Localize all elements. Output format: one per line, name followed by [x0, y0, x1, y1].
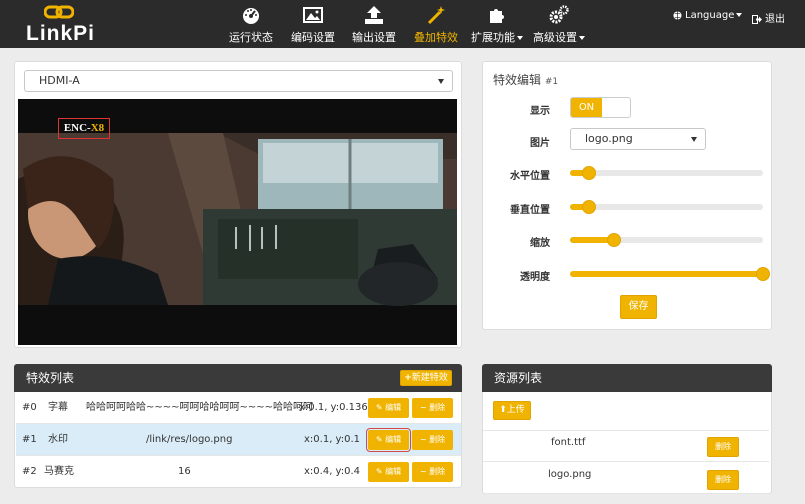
chevron-down-icon: [691, 137, 697, 142]
opacity-slider[interactable]: [570, 267, 770, 281]
nav-item-extensions[interactable]: 扩展功能: [469, 0, 525, 48]
effect-position: x:0.1, y:0.1: [304, 434, 361, 445]
link-logo-icon: [44, 5, 74, 19]
globe-icon: [673, 10, 682, 20]
nav-item-overlay[interactable]: 叠加特效: [411, 0, 461, 48]
plus-icon: +: [404, 373, 412, 383]
show-toggle[interactable]: ON: [570, 97, 631, 118]
scale-slider[interactable]: [570, 233, 763, 247]
nav-item-encoding[interactable]: 编码设置: [288, 0, 338, 48]
chevron-down-icon: [438, 79, 444, 84]
effect-type: 字幕: [48, 402, 68, 413]
effect-type: 马赛克: [44, 466, 74, 477]
delete-resource-button[interactable]: 删除: [707, 470, 739, 490]
delete-button[interactable]: − 删除: [412, 398, 453, 418]
dashboard-icon: [243, 8, 259, 24]
resource-filename: logo.png: [548, 469, 592, 480]
show-label: 显示: [530, 106, 550, 117]
nav-label-extensions: 扩展功能: [469, 29, 525, 45]
image-select-value: logo.png: [585, 132, 633, 145]
editor-title-id: #1: [544, 77, 559, 87]
brand-name: LinkPi: [26, 22, 96, 45]
edit-icon: ✎: [375, 403, 383, 412]
edit-button[interactable]: ✎ 编辑: [368, 462, 409, 482]
image-icon: [303, 7, 323, 23]
video-source-select[interactable]: HDMI-A: [24, 70, 453, 92]
effect-content: 16: [178, 466, 191, 477]
nav-item-advanced[interactable]: 高级设置: [533, 0, 585, 48]
effects-list-header: 特效列表: [14, 364, 462, 392]
logout-link[interactable]: 退出: [752, 10, 785, 25]
effect-id: #1: [22, 434, 37, 445]
v-position-label: 垂直位置: [510, 205, 550, 216]
nav-label-encoding: 编码设置: [291, 31, 335, 44]
brand-logo[interactable]: LinkPi: [26, 4, 106, 46]
nav-item-output[interactable]: 输出设置: [349, 0, 399, 48]
effects-list-title: 特效列表: [26, 371, 75, 385]
v-position-slider[interactable]: [570, 200, 763, 214]
image-select[interactable]: logo.png: [570, 128, 706, 150]
effect-content: 哈哈呵呵哈哈~~~~呵呵哈哈呵呵~~~~哈哈呵呵: [86, 402, 314, 413]
logout-icon: [752, 14, 762, 24]
upload-icon: [365, 6, 383, 24]
slider-handle[interactable]: [756, 267, 770, 281]
upload-button[interactable]: ⬆上传: [493, 401, 531, 420]
overlay-watermark: ENC-X8: [58, 118, 110, 139]
effect-type: 水印: [48, 434, 68, 445]
resources-header: 资源列表: [482, 364, 772, 392]
list-item: logo.png 删除: [483, 462, 769, 494]
video-source-value: HDMI-A: [39, 74, 80, 87]
delete-button[interactable]: − 删除: [412, 462, 453, 482]
edit-icon: ✎: [375, 435, 383, 444]
effect-position: x:0.4, y:0.4: [304, 466, 361, 477]
gears-icon: [549, 5, 569, 24]
language-dropdown[interactable]: Language: [673, 10, 743, 21]
editor-title: 特效编辑 #1: [493, 73, 559, 87]
delete-button[interactable]: − 删除: [412, 430, 453, 450]
save-button[interactable]: 保存: [620, 295, 657, 319]
resource-filename: font.ttf: [551, 437, 586, 448]
language-label: Language: [685, 10, 735, 21]
h-position-slider[interactable]: [570, 166, 763, 180]
new-effect-label: 新建特效: [411, 373, 448, 383]
minus-icon: −: [419, 435, 427, 444]
logout-label: 退出: [765, 14, 785, 25]
nav-label-advanced: 高级设置: [533, 29, 585, 45]
video-preview: ENC-X8: [18, 99, 457, 345]
overlay-text-enc: ENC-: [63, 122, 91, 134]
puzzle-icon: [490, 9, 504, 23]
effect-content: /link/res/logo.png: [146, 434, 233, 445]
list-item: font.ttf 删除: [483, 430, 769, 462]
effect-id: #2: [22, 466, 37, 477]
upload-label: 上传: [506, 405, 525, 415]
upload-icon: ⬆: [499, 405, 507, 415]
minus-icon: −: [419, 403, 427, 412]
edit-button[interactable]: ✎ 编辑: [368, 398, 409, 418]
nav-label-overlay: 叠加特效: [414, 31, 458, 44]
edit-icon: ✎: [375, 467, 383, 476]
nav-label-output: 输出设置: [352, 31, 396, 44]
edit-button[interactable]: ✎ 编辑: [366, 428, 411, 452]
scale-label: 缩放: [530, 238, 550, 249]
nav-label-status: 运行状态: [229, 31, 273, 44]
overlay-text-x8: X8: [90, 122, 105, 134]
magic-wand-icon: [427, 6, 445, 25]
table-row[interactable]: #1 水印 /link/res/logo.png x:0.1, y:0.1 ✎ …: [16, 424, 461, 456]
h-position-label: 水平位置: [510, 171, 550, 182]
resources-title: 资源列表: [494, 371, 543, 385]
effect-position: x:0.1, y:0.136: [299, 402, 368, 413]
top-navbar: LinkPi 运行状态 编码设置 输出设置 叠加特效 扩展功能 高级设置 Lan…: [0, 0, 805, 48]
opacity-label: 透明度: [520, 272, 550, 283]
delete-resource-button[interactable]: 删除: [707, 437, 739, 457]
table-row[interactable]: #2 马赛克 16 x:0.4, y:0.4 ✎ 编辑 − 删除: [16, 456, 461, 488]
table-row[interactable]: #0 字幕 哈哈呵呵哈哈~~~~呵呵哈哈呵呵~~~~哈哈呵呵 x:0.1, y:…: [16, 392, 461, 424]
nav-item-status[interactable]: 运行状态: [226, 0, 276, 48]
image-label: 图片: [530, 138, 550, 149]
show-toggle-on: ON: [571, 98, 602, 117]
slider-fill: [570, 271, 763, 277]
effect-id: #0: [22, 402, 37, 413]
minus-icon: −: [419, 467, 427, 476]
new-effect-button[interactable]: +新建特效: [400, 370, 452, 386]
